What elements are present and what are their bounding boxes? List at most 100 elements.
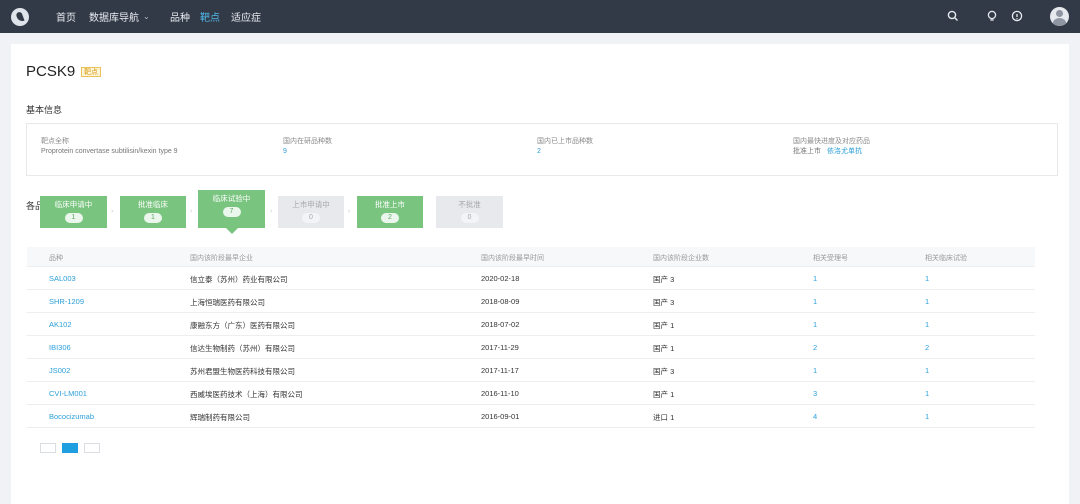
variety-link[interactable]: IBI306 [49,343,71,352]
variety-table: 品种 国内该阶段最早企业 国内该阶段最早时间 国内该阶段企业数 相关受理号 相关… [27,247,1035,428]
date-cell: 2018-07-02 [481,320,520,329]
variety-link[interactable]: Bococizumab [49,412,94,421]
stage-count: 2 [381,213,399,223]
nav-database-label: 数据库导航 [89,13,139,24]
research-count-link[interactable]: 9 [283,146,332,157]
variety-link[interactable]: AK102 [49,320,72,329]
clinical-trial-link[interactable]: 1 [925,320,929,329]
lightbulb-icon[interactable] [985,9,999,23]
column-header: 国内该阶段企业数 [653,255,709,262]
stage-rejected[interactable]: 不批准 0 [436,196,503,228]
variety-link[interactable]: CVI-LM001 [49,389,87,398]
company-count-cell: 国产 3 [653,298,675,307]
target-type-badge: 靶点 [81,67,101,77]
stage-clinical-approved[interactable]: 批准临床 1 [120,196,186,228]
column-header: 相关受理号 [813,255,848,262]
info-domestic-research-count: 国内在研品种数 9 [283,137,332,157]
stage-label: 上市申请中 [292,200,330,209]
basic-info-heading: 基本信息 [26,105,63,115]
info-label: 国内已上市品种数 [537,138,593,145]
clinical-trial-link[interactable]: 2 [925,343,929,352]
stage-count: 1 [64,213,83,223]
clinical-trial-link[interactable]: 1 [925,366,929,375]
stage-count: 0 [460,213,479,223]
company-count-cell: 国产 3 [653,275,675,284]
acceptance-link[interactable]: 3 [813,389,817,398]
chevron-down-icon: ⌄ [143,12,150,21]
info-label: 靶点全称 [41,138,69,145]
stage-label: 不批准 [458,200,481,209]
variety-link[interactable]: SHR-1209 [49,297,84,306]
date-cell: 2020-02-18 [481,274,520,283]
stage-label: 临床申请中 [54,200,93,209]
stage-clinical-trial[interactable]: 临床试验中 7 [198,190,265,234]
pagination-prev-button[interactable] [40,443,56,453]
nav-home-label: 首页 [56,13,76,24]
clinical-trial-link[interactable]: 1 [925,297,929,306]
stage-count: 1 [144,213,162,223]
column-header: 国内该阶段最早时间 [481,255,544,262]
date-cell: 2017-11-17 [481,366,519,375]
stage-label: 临床试验中 [212,194,251,203]
table-row: Bococizumab 辉瑞制药有限公司 2016-09-01 进口 1 4 1 [27,405,1035,428]
stage-clinical-application[interactable]: 临床申请中 1 [40,196,107,228]
acceptance-link[interactable]: 2 [813,343,817,352]
acceptance-link[interactable]: 1 [813,320,817,329]
acceptance-link[interactable]: 4 [813,412,817,421]
nav-item-home[interactable]: 首页 [56,0,76,33]
stage-count: 7 [222,207,241,217]
info-domestic-marketed-count: 国内已上市品种数 2 [537,137,593,157]
company-count-cell: 国产 1 [653,321,675,330]
search-icon[interactable] [946,9,960,23]
company-count-cell: 进口 1 [653,413,675,422]
company-count-cell: 国产 1 [653,344,675,353]
clinical-trial-link[interactable]: 1 [925,389,929,398]
date-cell: 2016-09-01 [481,412,520,421]
chevron-right-icon: › [111,208,114,215]
nav-item-varieties[interactable]: 品种 [170,0,190,33]
company-cell: 辉瑞制药有限公司 [190,413,250,422]
company-count-cell: 国产 3 [653,367,675,376]
date-cell: 2018-08-09 [481,297,520,306]
pagination-next-button[interactable] [84,443,100,453]
pagination-page-button[interactable] [62,443,78,453]
nav-item-database[interactable]: 数据库导航 ⌄ [89,0,150,33]
chevron-right-icon: › [190,208,193,215]
stage-count: 0 [302,213,320,223]
chevron-right-icon: › [270,208,273,215]
clinical-trial-link[interactable]: 1 [925,412,929,421]
variety-link[interactable]: SAL003 [49,274,76,283]
app-logo[interactable] [11,8,29,26]
basic-info-box: 靶点全称 Proprotein convertase subtilisin/ke… [26,123,1058,176]
table-row: AK102 康融东方（广东）医药有限公司 2018-07-02 国产 1 1 1 [27,313,1035,336]
column-header: 相关临床试验 [925,255,967,262]
company-cell: 西威埃医药技术（上海）有限公司 [190,390,303,399]
nav-targets-label: 靶点 [200,13,220,24]
chevron-right-icon: › [348,208,351,215]
drug-link[interactable]: 依洛尤单抗 [827,148,862,155]
page-title: PCSK9 [26,63,76,80]
stage-market-application[interactable]: 上市申请中 0 [278,196,344,228]
info-fastest-progress: 国内最快进度及对应药品 批准上市 依洛尤单抗 [793,137,870,157]
stage-market-approved[interactable]: 批准上市 2 [357,196,423,228]
company-cell: 上海恒瑞医药有限公司 [190,298,265,307]
stage-label: 批准临床 [138,200,168,209]
info-label: 国内在研品种数 [283,138,332,145]
column-header: 品种 [49,255,63,262]
help-icon[interactable] [1010,9,1024,23]
company-cell: 信立泰（苏州）药业有限公司 [190,275,288,284]
column-header: 国内该阶段最早企业 [190,255,253,262]
nav-item-indications[interactable]: 适应症 [231,0,261,33]
user-avatar[interactable] [1050,7,1069,26]
acceptance-link[interactable]: 1 [813,297,817,306]
nav-item-targets[interactable]: 靶点 [200,0,220,33]
fastest-progress-value: 批准上市 依洛尤单抗 [793,146,870,157]
variety-link[interactable]: JS002 [49,366,70,375]
acceptance-link[interactable]: 1 [813,274,817,283]
acceptance-link[interactable]: 1 [813,366,817,375]
info-full-name: 靶点全称 Proprotein convertase subtilisin/ke… [41,137,178,157]
marketed-count-link[interactable]: 2 [537,146,593,157]
clinical-trial-link[interactable]: 1 [925,274,929,283]
company-count-cell: 国产 1 [653,390,675,399]
date-cell: 2017-11-29 [481,343,519,352]
